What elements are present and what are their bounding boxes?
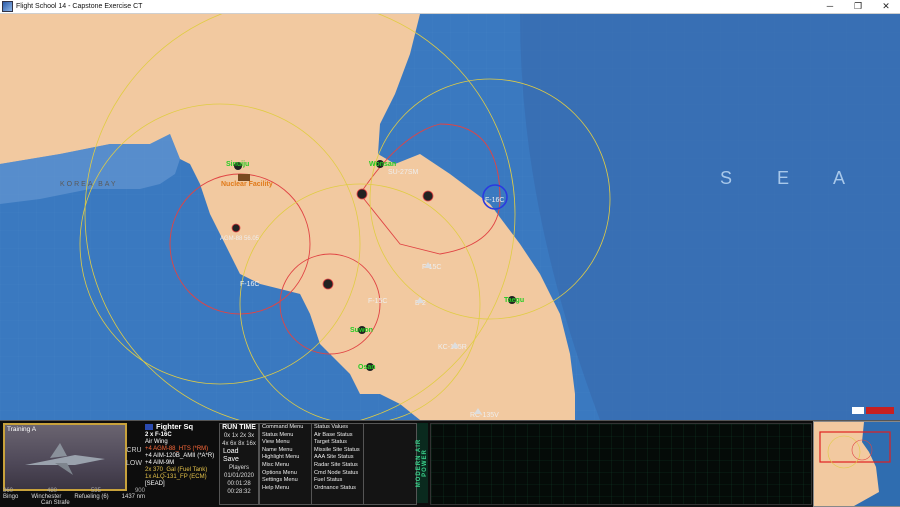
facility-label: Nuclear Facility xyxy=(221,181,273,188)
flag-icon xyxy=(852,407,864,414)
aircraft-icon[interactable] xyxy=(356,188,368,200)
empty-panel xyxy=(363,423,417,505)
close-button[interactable]: ✕ xyxy=(872,0,900,13)
airbase-wonsan[interactable]: Wonsan xyxy=(369,160,396,168)
menu-item[interactable]: Status Menu xyxy=(262,432,312,440)
base-label: Suwon xyxy=(350,327,373,334)
loadout-item: +4 AIM-120B_AMII (*A*R) xyxy=(145,453,215,459)
minimize-button[interactable]: ─ xyxy=(816,0,844,13)
menu-item[interactable]: Name Menu xyxy=(262,447,312,455)
menu-item[interactable]: Help Menu xyxy=(262,485,312,493)
loadout-item: 2x 370_Gal (Fuel Tank) xyxy=(145,467,208,473)
elapsed-time: 00:28:32 xyxy=(227,489,251,495)
status-item[interactable]: Fuel Status xyxy=(314,477,364,485)
refueling-label: Refueling (6) xyxy=(74,494,109,500)
aircraft-icon[interactable] xyxy=(322,278,334,290)
menu-item[interactable]: Highlight Menu xyxy=(262,454,312,462)
unit-wing: Air Wing xyxy=(145,439,168,445)
status-item[interactable]: Status Values xyxy=(314,424,364,432)
players-button[interactable]: Players xyxy=(220,464,258,472)
altitude-selector: CRU LOW xyxy=(125,444,143,474)
runtime-panel: RUN TIME 0x 1x 2x 3x 4x 6x 8x 16x Load S… xyxy=(219,423,259,505)
menu-item[interactable]: Command Menu xyxy=(262,424,312,432)
unit-label-f15c-b: F-15C xyxy=(368,298,387,305)
altitude-cruise-button[interactable]: CRU xyxy=(125,444,143,457)
loadout-item: 1x ALQ-131_FP (ECM) xyxy=(145,474,207,480)
app-icon xyxy=(2,1,13,12)
unit-type: 2 x F-16C xyxy=(145,432,172,438)
status-item[interactable]: Air Base Status xyxy=(314,432,364,440)
status-item[interactable]: Cmd Node Status xyxy=(314,470,364,478)
airbase-taegu[interactable]: Taegu xyxy=(504,296,524,304)
unit-label-f16c: F-16C xyxy=(485,197,504,204)
base-label: Wonsan xyxy=(369,161,396,168)
unit-label-agm88: AGM-88 56.05 xyxy=(220,236,260,242)
status-item[interactable]: Missile Site Status xyxy=(314,447,364,455)
command-menu-list: Command Menu Status Menu View Menu Name … xyxy=(259,423,313,505)
brand-strip: MODERN AIR POWER xyxy=(416,423,428,503)
load-button[interactable]: Load xyxy=(220,448,258,456)
loadout-item: +4 AIM-9M xyxy=(145,460,175,466)
altitude-low-button[interactable]: LOW xyxy=(125,457,143,470)
unit-picture: Training A xyxy=(3,423,127,491)
jet-image xyxy=(25,443,105,475)
squadron-flag-icon xyxy=(145,424,153,431)
loadout-item: +4 AGM-88_HTS (*RM) xyxy=(145,446,209,452)
status-item[interactable]: Ordnance Status xyxy=(314,485,364,493)
maximize-button[interactable]: ❐ xyxy=(844,0,872,13)
brand-label: MODERN AIR POWER xyxy=(416,438,428,488)
status-menu-list: Status Values Air Base Status Target Sta… xyxy=(311,423,365,505)
airbase-suwon[interactable]: Suwon xyxy=(350,326,373,334)
airbase-osan[interactable]: Osan xyxy=(358,363,376,371)
speed-multipliers-row[interactable]: 4x 6x 8x 16x xyxy=(220,440,258,448)
game-time: 00:01:28 xyxy=(227,481,251,487)
aircraft-icon[interactable] xyxy=(231,223,241,233)
save-button[interactable]: Save xyxy=(220,456,258,464)
base-label: Taegu xyxy=(504,297,524,304)
unit-label-f16c-b: F-16C xyxy=(240,281,259,288)
loadout-item: [SEAD] xyxy=(145,481,165,487)
can-strafe-label: Can Strafe xyxy=(41,500,70,506)
menu-item[interactable]: Settings Menu xyxy=(262,477,312,485)
title-bar: Flight School 14 - Capstone Exercise CT … xyxy=(0,0,900,14)
korea-bay-label: KOREA BAY xyxy=(60,181,118,188)
base-label: Osan xyxy=(358,364,376,371)
range-value: 1437 nm xyxy=(121,494,145,500)
game-date: 01/01/2020 xyxy=(223,473,255,479)
status-item[interactable]: AAA Site Status xyxy=(314,454,364,462)
menu-item[interactable]: Misc Menu xyxy=(262,462,312,470)
message-log-grid xyxy=(431,424,811,504)
damage-bar xyxy=(866,407,894,414)
window-title: Flight School 14 - Capstone Exercise CT xyxy=(16,3,143,10)
unit-info: Fighter Sq 2 x F-16C Air Wing +4 AGM-88_… xyxy=(145,423,215,503)
unit-label-rc135: RC-135V xyxy=(470,412,499,419)
status-item[interactable]: Target Status xyxy=(314,439,364,447)
sea-of-japan-label: S E A xyxy=(720,168,865,188)
message-log[interactable] xyxy=(430,423,812,505)
unit-name: Fighter Sq xyxy=(156,422,194,431)
menu-item[interactable]: Options Menu xyxy=(262,470,312,478)
speed-multipliers-row[interactable]: 0x 1x 2x 3x xyxy=(220,432,258,440)
tactical-map[interactable]: KOREA BAY S E A Sinuiju Wonsan Taegu Suw… xyxy=(0,14,900,420)
mini-map[interactable] xyxy=(813,421,900,507)
fuel-stats: 360 480 535 900 Bingo Winchester Refueli… xyxy=(3,488,145,506)
bingo-label: Bingo xyxy=(3,494,19,500)
unit-label-su27: SU-27SM xyxy=(388,169,419,176)
aircraft-icon[interactable] xyxy=(422,190,434,202)
menu-item[interactable]: View Menu xyxy=(262,439,312,447)
runtime-title: RUN TIME xyxy=(222,424,256,431)
status-item[interactable]: Radar Site Status xyxy=(314,462,364,470)
base-label: Sinuiju xyxy=(226,161,249,168)
